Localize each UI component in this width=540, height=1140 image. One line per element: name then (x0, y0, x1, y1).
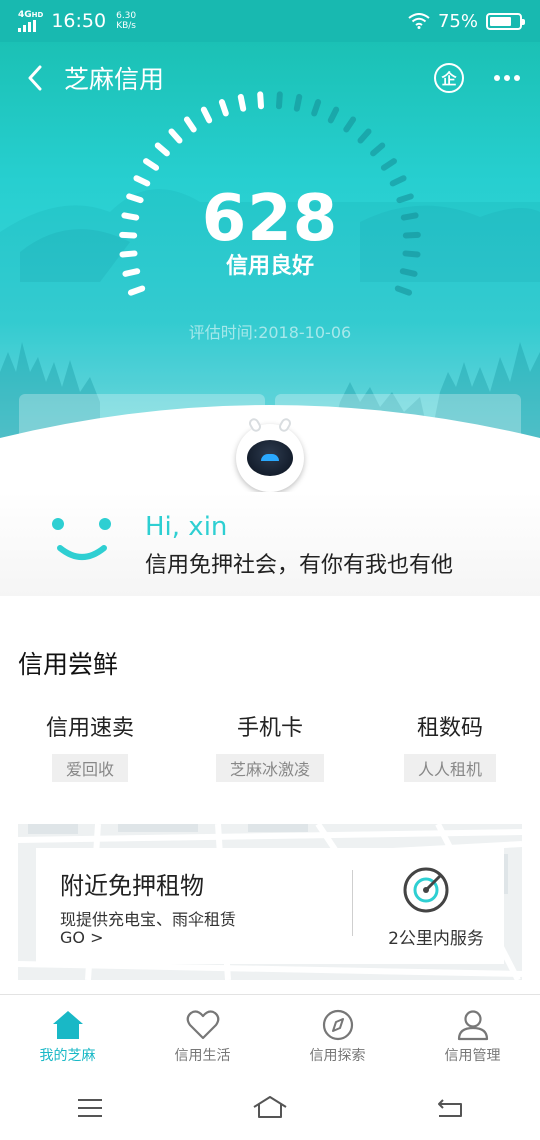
system-navigation (0, 1076, 540, 1140)
nearby-rental-banner[interactable]: 附近免押租物 现提供充电宝、雨伞租赁 GO > 2公里内服务 (18, 824, 522, 980)
gauge-tick (380, 158, 397, 171)
battery-percent: 75% (437, 10, 478, 32)
tab-label: 信用生活 (174, 1048, 231, 1064)
gauge-tick (154, 142, 170, 157)
greeting-hi: Hi, xin (145, 512, 228, 542)
greeting-slogan: 信用免押社会，有你有我也有他 (145, 553, 454, 578)
gauge-tick (357, 128, 372, 144)
gauge-tick (311, 99, 322, 117)
heart-icon (186, 1010, 219, 1040)
back-nav-button[interactable] (432, 1094, 468, 1122)
tab-label: 我的芝麻 (39, 1048, 96, 1064)
home-outline-icon (253, 1096, 287, 1118)
section-title: 信用尝鲜 (18, 650, 119, 679)
credit-score: 628 (201, 182, 339, 256)
battery-icon (486, 12, 525, 30)
gauge-tick (127, 285, 146, 296)
gauge-tick (327, 106, 340, 124)
card-tag: 爱回收 (51, 754, 128, 782)
evaluation-time: 评估时间:2018-10-06 (188, 323, 352, 342)
gauge-tick (394, 285, 413, 296)
assistant-robot[interactable] (236, 416, 304, 492)
gauge-tick (257, 91, 265, 110)
home-icon (52, 1011, 83, 1039)
gauge-tick (343, 116, 357, 133)
card-title: 租数码 (416, 716, 483, 741)
status-right: 75% (408, 10, 525, 32)
tab-label: 信用探索 (309, 1048, 366, 1064)
network-type: 4GHD (18, 9, 44, 20)
greeting-banner: Hi, xin 信用免押社会，有你有我也有他 (0, 492, 540, 596)
trial-card-sim[interactable]: 手机卡 芝麻冰激凌 (195, 710, 345, 782)
menu-icon (78, 1099, 102, 1117)
clock: 16:50 (51, 10, 107, 32)
status-bar: 4GHD 16:50 6.30 KB/s 75% (0, 0, 540, 42)
card-title: 手机卡 (236, 716, 303, 741)
nearby-title: 附近免押租物 (60, 872, 204, 900)
compass-icon (322, 1009, 353, 1041)
battery-fill (490, 16, 511, 26)
tab-credit-manage[interactable]: 信用管理 (405, 995, 540, 1076)
status-left: 4GHD 16:50 6.30 KB/s (18, 10, 136, 32)
nearby-go-link[interactable]: GO > (60, 928, 103, 947)
card-tag: 人人租机 (403, 754, 496, 782)
return-icon (438, 1099, 462, 1117)
user-icon (457, 1010, 488, 1041)
credit-level: 信用良好 (225, 254, 314, 279)
network-speed: 6.30 KB/s (116, 11, 137, 31)
smiley-icon (52, 518, 111, 560)
robot-face-icon (247, 440, 293, 476)
gauge-tick (237, 93, 247, 112)
tab-credit-explore[interactable]: 信用探索 (270, 995, 405, 1076)
card-tag: 芝麻冰激凌 (215, 754, 324, 782)
bottom-tab-bar: 我的芝麻 信用生活 信用探索 信用管理 (0, 994, 540, 1076)
gauge-tick (143, 158, 160, 171)
nearby-description: 现提供充电宝、雨伞租赁 (60, 910, 237, 929)
gauge-tick (183, 116, 197, 133)
tab-label: 信用管理 (444, 1048, 501, 1064)
nearby-card: 附近免押租物 现提供充电宝、雨伞租赁 GO > 2公里内服务 (36, 848, 504, 964)
signal-icon (18, 19, 36, 32)
gauge-tick (218, 99, 229, 117)
gauge-tick (275, 91, 283, 110)
service-radius: 2公里内服务 (388, 929, 484, 949)
trial-card-credit-sell[interactable]: 信用速卖 爱回收 (15, 710, 165, 782)
gauge-tick (200, 106, 213, 124)
divider (352, 870, 353, 936)
trial-card-rent-digital[interactable]: 租数码 人人租机 (375, 710, 525, 782)
gauge-tick (293, 93, 303, 112)
tab-my-zhima[interactable]: 我的芝麻 (0, 995, 135, 1076)
gauge-tick (168, 128, 183, 144)
network-indicator: 4GHD (18, 9, 44, 32)
card-title: 信用速卖 (45, 716, 134, 741)
menu-button[interactable] (72, 1094, 108, 1122)
tab-credit-life[interactable]: 信用生活 (135, 995, 270, 1076)
wifi-icon (408, 13, 430, 29)
gauge-tick (370, 142, 386, 157)
home-nav-button[interactable] (252, 1094, 288, 1122)
radar-icon (403, 867, 449, 913)
